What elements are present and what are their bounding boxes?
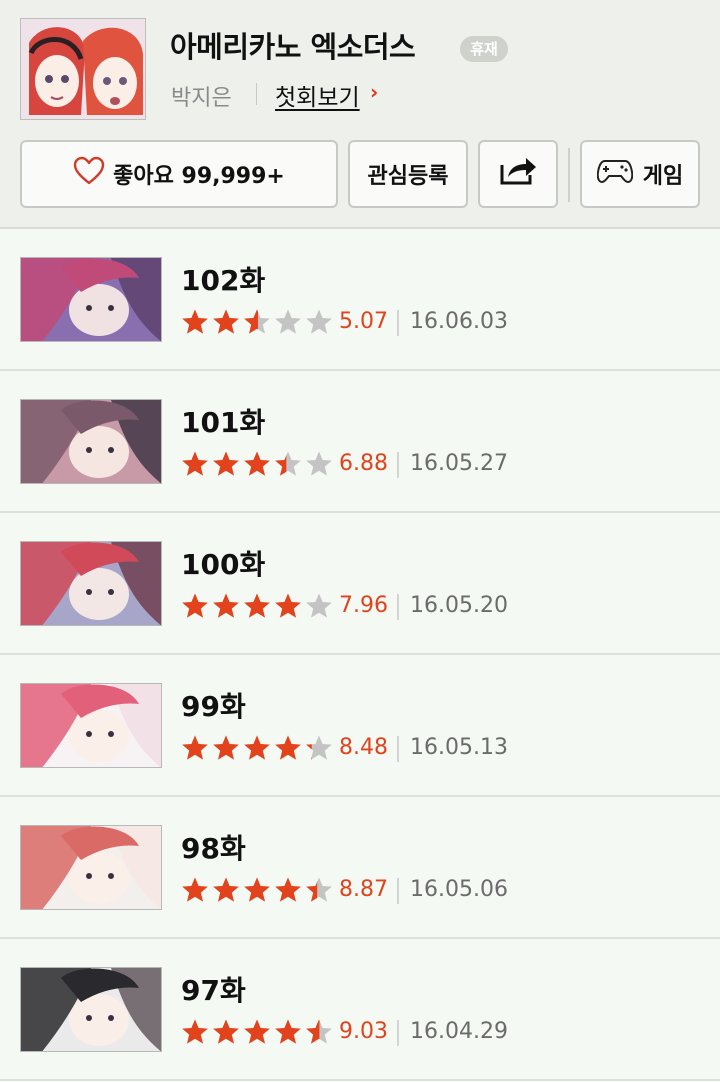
episode-thumbnail xyxy=(20,257,162,342)
star-icon xyxy=(275,735,301,760)
star-icon xyxy=(275,877,301,902)
chevron-right-icon[interactable]: › xyxy=(370,80,378,104)
star-icon xyxy=(244,451,270,476)
star-icon xyxy=(244,735,270,760)
star-icon xyxy=(275,593,301,618)
author-name[interactable]: 박지은 xyxy=(171,80,232,112)
episode-date: 16.05.13 xyxy=(410,735,508,760)
star-icon xyxy=(306,877,332,902)
episode-rating: 7.96 xyxy=(339,593,388,618)
episode-list: 102화 5.07 16.06.03 101화 6.88 16.05.27 10… xyxy=(0,229,720,1081)
episode-row[interactable]: 100화 7.96 16.05.20 xyxy=(0,513,720,655)
episode-thumbnail xyxy=(20,399,162,484)
game-label: 게임 xyxy=(642,164,684,189)
star-icon xyxy=(244,309,270,334)
episode-row[interactable]: 101화 6.88 16.05.27 xyxy=(0,371,720,513)
episode-thumbnail xyxy=(20,541,162,626)
star-icon xyxy=(306,309,332,334)
episode-row[interactable]: 99화 8.48 16.05.13 xyxy=(0,655,720,797)
star-icon xyxy=(306,735,332,760)
star-icon xyxy=(244,593,270,618)
rating-date-divider xyxy=(397,878,399,904)
rating-date-divider xyxy=(397,594,399,620)
first-episode-link[interactable]: 첫회보기 xyxy=(275,78,360,112)
rating-date-divider xyxy=(397,452,399,478)
rating-date-divider xyxy=(397,310,399,336)
episode-thumbnail xyxy=(20,683,162,768)
heart-icon xyxy=(73,156,105,192)
star-icon xyxy=(275,451,301,476)
episode-rating: 9.03 xyxy=(339,1019,388,1044)
star-icon xyxy=(213,1019,239,1044)
button-divider xyxy=(568,148,570,202)
episode-row[interactable]: 98화 8.87 16.05.06 xyxy=(0,797,720,939)
star-icon xyxy=(244,877,270,902)
star-icon xyxy=(182,309,208,334)
cover-image[interactable] xyxy=(20,18,146,120)
rating-date-divider xyxy=(397,1020,399,1046)
star-icon xyxy=(213,735,239,760)
share-icon xyxy=(498,155,538,193)
star-icon xyxy=(213,877,239,902)
star-icon xyxy=(182,877,208,902)
gamepad-icon xyxy=(596,158,633,190)
star-icon xyxy=(275,1019,301,1044)
star-icon xyxy=(213,593,239,618)
star-icon xyxy=(306,451,332,476)
favorite-button[interactable]: 관심등록 xyxy=(348,140,468,208)
episode-date: 16.05.27 xyxy=(410,451,508,476)
episode-rating: 6.88 xyxy=(339,451,388,476)
like-count: 좋아요 99,999+ xyxy=(113,164,285,189)
share-button[interactable] xyxy=(478,140,558,208)
star-icon xyxy=(244,1019,270,1044)
episode-rating: 5.07 xyxy=(339,309,388,334)
like-button[interactable]: 좋아요 99,999+ xyxy=(20,140,338,208)
meta-divider xyxy=(256,83,257,105)
rating-date-divider xyxy=(397,736,399,762)
star-icon xyxy=(182,451,208,476)
episode-date: 16.05.20 xyxy=(410,593,508,618)
star-icon xyxy=(182,735,208,760)
star-icon xyxy=(275,309,301,334)
episode-title: 97화 xyxy=(181,974,246,1007)
episode-title: 102화 xyxy=(181,264,266,297)
episode-title: 98화 xyxy=(181,832,246,865)
episode-title: 99화 xyxy=(181,690,246,723)
star-icon xyxy=(213,451,239,476)
episode-title: 101화 xyxy=(181,406,266,439)
episode-row[interactable]: 97화 9.03 16.04.29 xyxy=(0,939,720,1081)
star-icon xyxy=(306,593,332,618)
hiatus-badge: 휴재 xyxy=(460,36,508,62)
game-button[interactable]: 게임 xyxy=(580,140,700,208)
star-icon xyxy=(182,593,208,618)
star-icon xyxy=(182,1019,208,1044)
episode-rating: 8.87 xyxy=(339,877,388,902)
episode-date: 16.05.06 xyxy=(410,877,508,902)
star-icon xyxy=(306,1019,332,1044)
episode-thumbnail xyxy=(20,967,162,1052)
episode-rating: 8.48 xyxy=(339,735,388,760)
star-icon xyxy=(213,309,239,334)
webtoon-title: 아메리카노 엑소더스 xyxy=(170,30,416,64)
webtoon-header: 아메리카노 엑소더스 휴재 박지은 첫회보기 › 좋아요 99,999+ 관심등… xyxy=(0,0,720,229)
episode-row[interactable]: 102화 5.07 16.06.03 xyxy=(0,229,720,371)
episode-date: 16.06.03 xyxy=(410,309,508,334)
episode-date: 16.04.29 xyxy=(410,1019,508,1044)
episode-title: 100화 xyxy=(181,548,266,581)
episode-thumbnail xyxy=(20,825,162,910)
